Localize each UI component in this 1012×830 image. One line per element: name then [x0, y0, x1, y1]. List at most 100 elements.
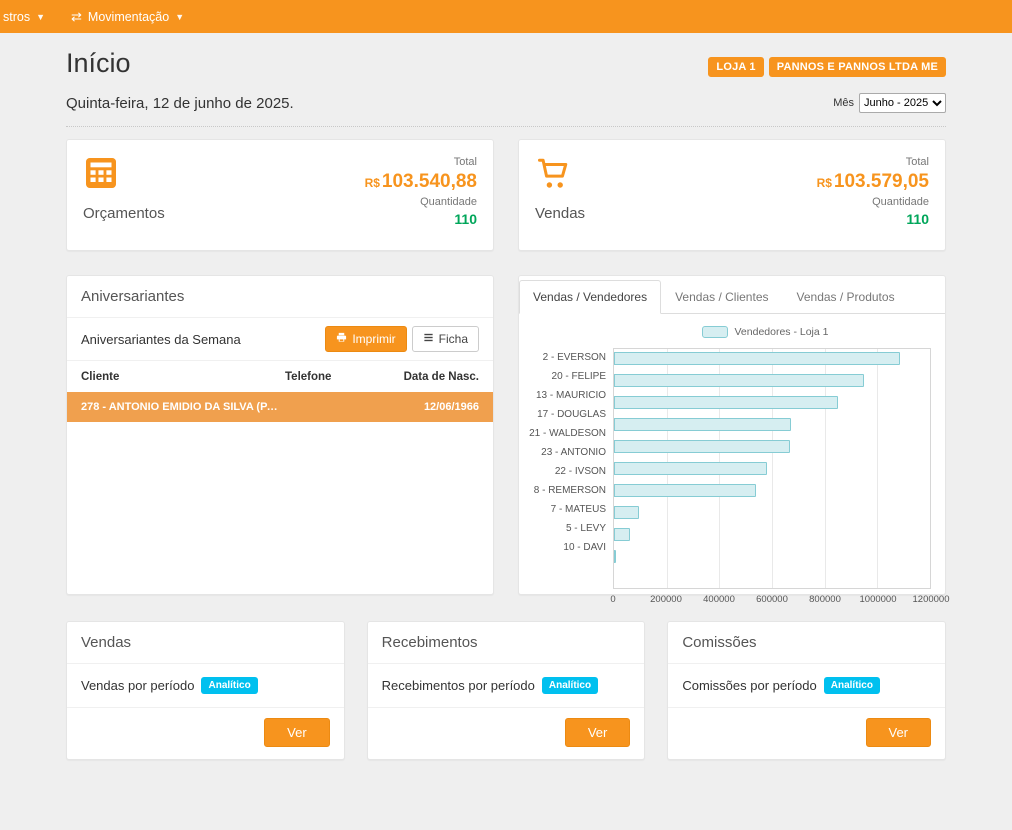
- caret-down-icon: ▼: [175, 12, 184, 22]
- chart-bar[interactable]: [614, 550, 616, 563]
- birthday-table-row[interactable]: 278 - ANTONIO EMIDIO DA SILVA (PALE... 1…: [67, 392, 493, 422]
- chart-category-label: 5 - LEVY: [519, 519, 613, 538]
- chart-bar[interactable]: [614, 484, 756, 497]
- ver-button[interactable]: Ver: [264, 718, 330, 747]
- chart-bar[interactable]: [614, 396, 838, 409]
- chart-x-tick-label: 1200000: [913, 594, 950, 605]
- chart-x-tick-label: 200000: [650, 594, 682, 605]
- summary-cards-row: Orçamentos Total R$103.540,88 Quantidade…: [66, 139, 946, 251]
- page-header: Início LOJA 1 PANNOS E PANNOS LTDA ME: [66, 48, 946, 79]
- chart-bar-row: [614, 506, 930, 525]
- legend-label: Vendedores - Loja 1: [735, 326, 829, 338]
- column-header-data-nasc: Data de Nasc.: [377, 371, 479, 383]
- total-label: Total: [365, 155, 477, 170]
- company-badge: PANNOS E PANNOS LTDA ME: [769, 57, 946, 77]
- calculator-icon: [83, 155, 165, 196]
- quantity-value: 110: [365, 210, 477, 229]
- list-icon: [423, 332, 434, 346]
- quantity-label: Quantidade: [817, 195, 929, 210]
- card-title: Comissões: [668, 622, 945, 664]
- chart-x-tick-label: 600000: [756, 594, 788, 605]
- chart-bar-row: [614, 440, 930, 459]
- print-button[interactable]: Imprimir: [325, 326, 406, 352]
- chart-bar[interactable]: [614, 506, 639, 519]
- chart-bar-row: [614, 352, 930, 371]
- chart-bar-row: [614, 462, 930, 481]
- ficha-button[interactable]: Ficha: [412, 326, 479, 352]
- chart-bar-row: [614, 396, 930, 415]
- transfer-icon: ⇄: [71, 9, 82, 25]
- total-amount: R$103.540,88: [365, 170, 477, 195]
- chart-plot-rows: [614, 352, 930, 588]
- chart-category-label: 21 - WALDESON: [519, 424, 613, 443]
- month-select[interactable]: Junho - 2025: [859, 93, 946, 113]
- chart-x-ticks: 020000040000060000080000010000001200000: [613, 592, 931, 608]
- card-title: Vendas: [67, 622, 344, 664]
- recebimentos-report-card: Recebimentos Recebimentos por período An…: [367, 621, 646, 760]
- chart-categories: 2 - EVERSON20 - FELIPE13 - MAURICIO17 - …: [519, 348, 613, 608]
- tab-vendas-vendedores[interactable]: Vendas / Vendedores: [519, 280, 661, 314]
- month-label: Mês: [833, 97, 854, 109]
- orcamentos-card: Orçamentos Total R$103.540,88 Quantidade…: [66, 139, 494, 251]
- card-label: Vendas: [535, 205, 585, 222]
- quantity-value: 110: [817, 210, 929, 229]
- cell-cliente: 278 - ANTONIO EMIDIO DA SILVA (PALE...: [81, 401, 285, 413]
- card-label: Orçamentos: [83, 205, 165, 222]
- total-amount: R$103.579,05: [817, 170, 929, 195]
- main-content: Início LOJA 1 PANNOS E PANNOS LTDA ME Qu…: [66, 48, 946, 760]
- sales-tabs: Vendas / Vendedores Vendas / Clientes Ve…: [519, 276, 945, 314]
- chart-legend[interactable]: Vendedores - Loja 1: [599, 326, 931, 338]
- chart-category-label: 8 - REMERSON: [519, 481, 613, 500]
- vendas-card: Vendas Total R$103.579,05 Quantidade 110: [518, 139, 946, 251]
- tab-vendas-clientes[interactable]: Vendas / Clientes: [661, 280, 782, 314]
- chart-bar[interactable]: [614, 440, 790, 453]
- aniversariantes-panel: Aniversariantes Aniversariantes da Seman…: [66, 275, 494, 595]
- bar-chart: Vendedores - Loja 1 2 - EVERSON20 - FELI…: [519, 314, 945, 608]
- column-header-cliente: Cliente: [81, 371, 285, 383]
- chart-bar-row: [614, 374, 930, 393]
- chart-x-tick-label: 800000: [809, 594, 841, 605]
- caret-down-icon: ▼: [36, 12, 45, 22]
- ver-button[interactable]: Ver: [866, 718, 932, 747]
- analitico-badge: Analítico: [824, 677, 880, 694]
- chart-x-tick-label: 1000000: [860, 594, 897, 605]
- month-filter: Mês Junho - 2025: [833, 93, 946, 113]
- legend-swatch: [702, 326, 728, 338]
- sales-chart-panel: Vendas / Vendedores Vendas / Clientes Ve…: [518, 275, 946, 595]
- card-title: Recebimentos: [368, 622, 645, 664]
- chart-x-tick-label: 400000: [703, 594, 735, 605]
- panel-title: Aniversariantes: [67, 276, 493, 318]
- column-header-telefone: Telefone: [285, 371, 377, 383]
- vendas-report-card: Vendas Vendas por período Analítico Ver: [66, 621, 345, 760]
- chart-x-tick-label: 0: [610, 594, 615, 605]
- chart-category-label: 13 - MAURICIO: [519, 386, 613, 405]
- chart-bar[interactable]: [614, 374, 864, 387]
- chart-bar[interactable]: [614, 462, 767, 475]
- chart-bar-row: [614, 569, 930, 588]
- chart-category-label: 2 - EVERSON: [519, 348, 613, 367]
- analitico-badge: Analítico: [542, 677, 598, 694]
- chart-category-label: 7 - MATEUS: [519, 500, 613, 519]
- chart-bar[interactable]: [614, 418, 791, 431]
- chart-category-label: 20 - FELIPE: [519, 367, 613, 386]
- store-badge: LOJA 1: [708, 57, 763, 77]
- analitico-badge: Analítico: [201, 677, 257, 694]
- chart-bar[interactable]: [614, 528, 630, 541]
- card-body-text: Recebimentos por período: [382, 678, 535, 693]
- ver-button[interactable]: Ver: [565, 718, 631, 747]
- chart-bar[interactable]: [614, 352, 900, 365]
- current-date: Quinta-feira, 12 de junho de 2025.: [66, 95, 294, 112]
- shopping-cart-icon: [535, 155, 585, 196]
- nav-item-cadastros[interactable]: stros ▼: [0, 0, 58, 33]
- nav-item-movimentacao[interactable]: ⇄ Movimentação ▼: [58, 0, 197, 33]
- card-body-text: Comissões por período: [682, 678, 816, 693]
- cell-telefone: [285, 401, 377, 413]
- tab-vendas-produtos[interactable]: Vendas / Produtos: [783, 280, 909, 314]
- printer-icon: [336, 332, 347, 346]
- date-row: Quinta-feira, 12 de junho de 2025. Mês J…: [66, 93, 946, 127]
- chart-category-label: 23 - ANTONIO: [519, 443, 613, 462]
- chart-bar-row: [614, 528, 930, 547]
- birthdays-table-header: Cliente Telefone Data de Nasc.: [67, 361, 493, 392]
- nav-item-label: stros: [3, 10, 30, 24]
- chart-plot: [613, 348, 931, 589]
